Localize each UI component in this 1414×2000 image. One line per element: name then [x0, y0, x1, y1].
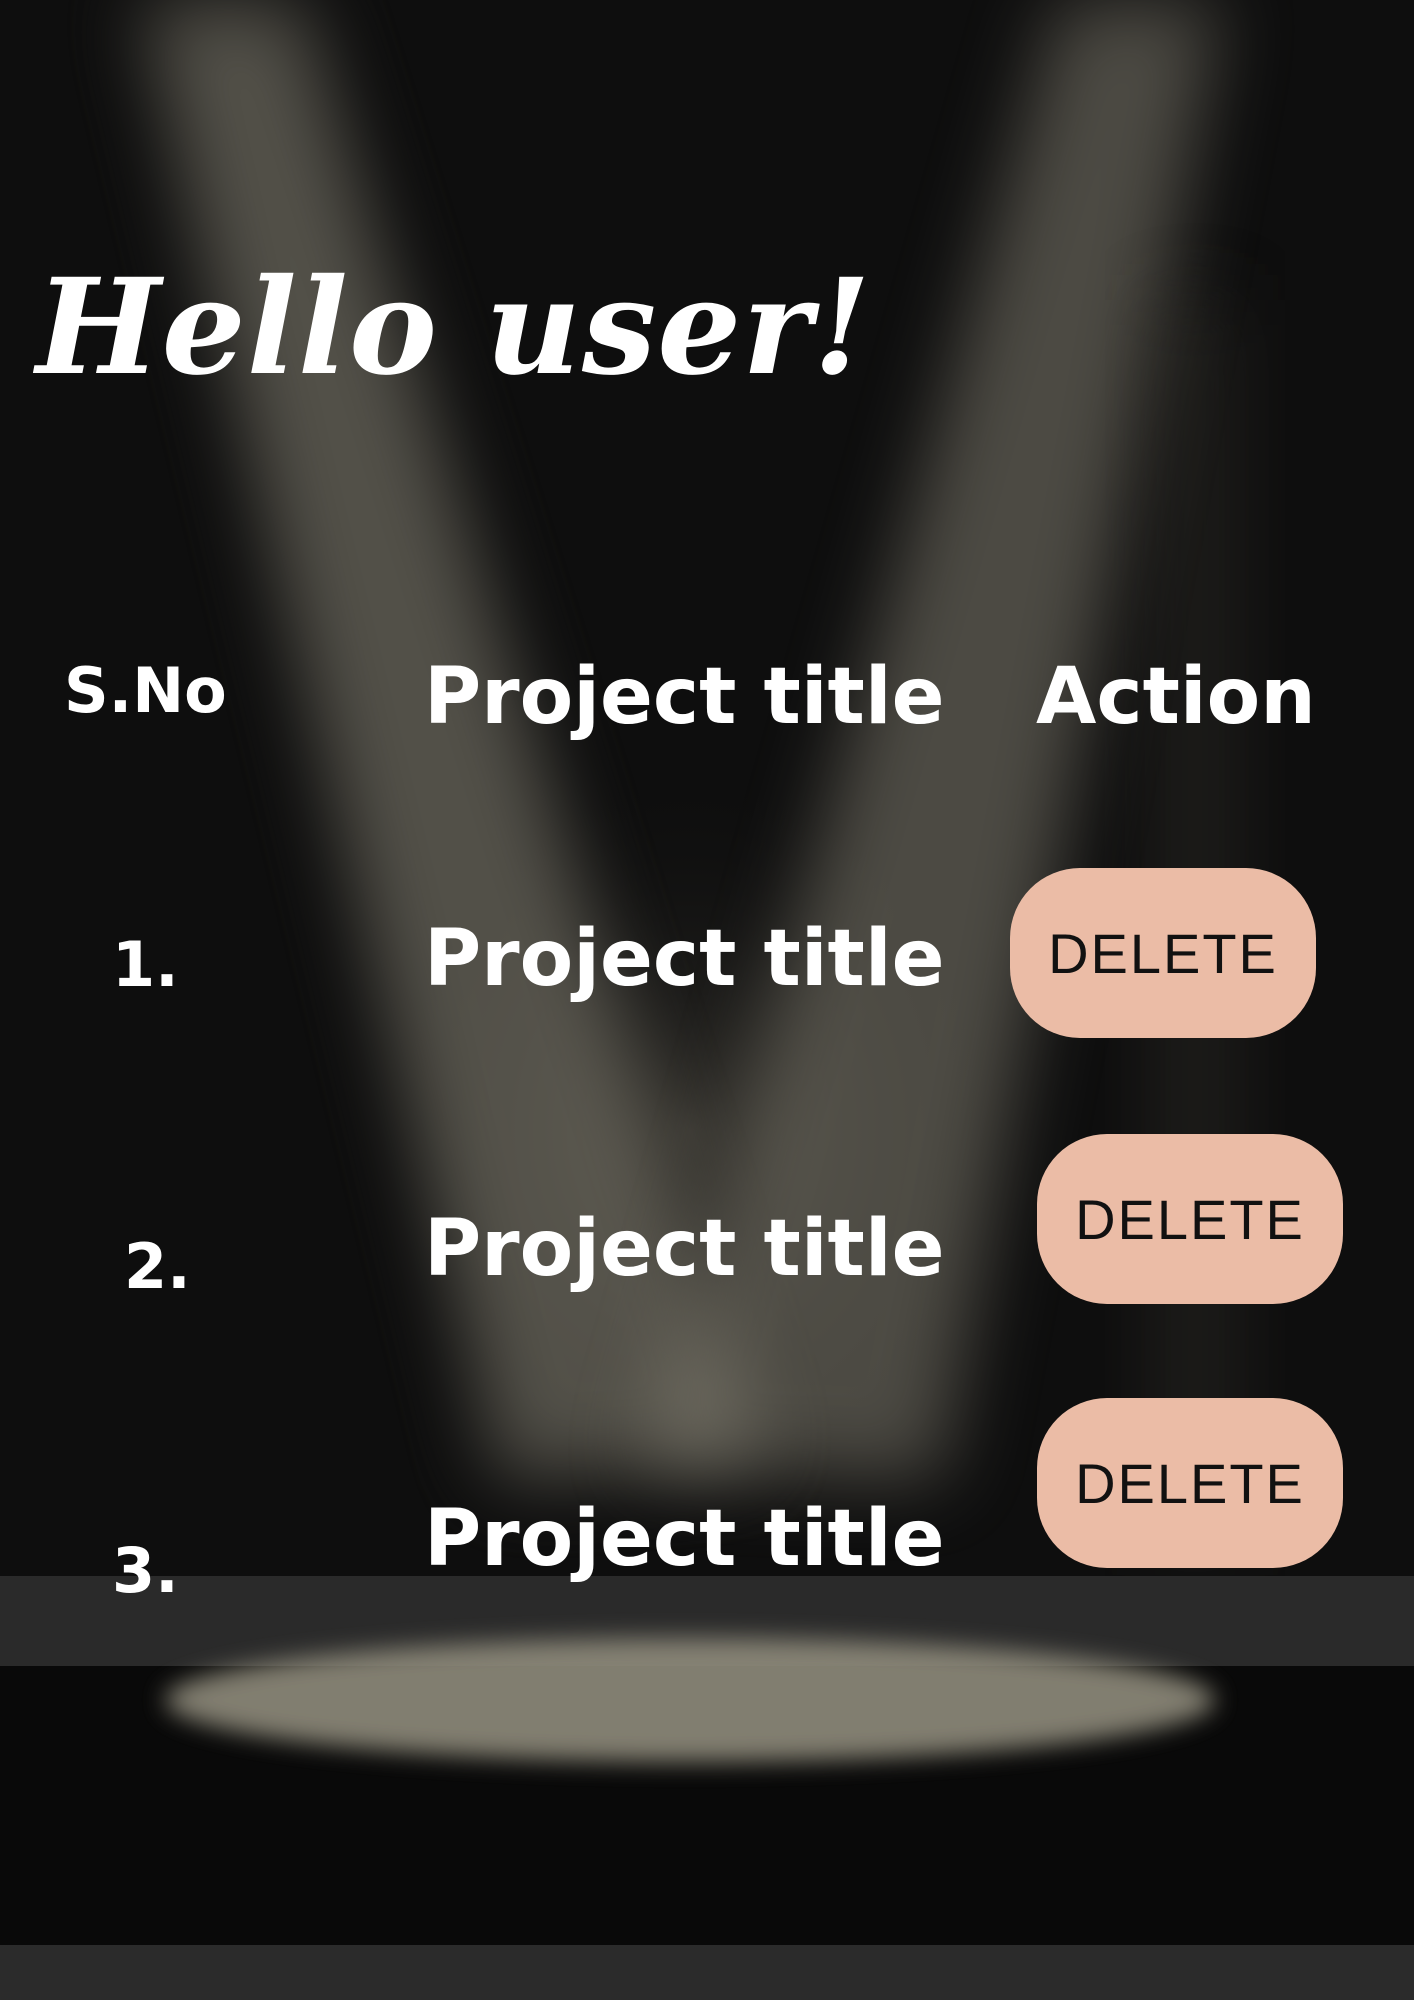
stage-floor: [0, 1666, 1414, 1946]
delete-button[interactable]: DELETE: [1037, 1398, 1343, 1568]
delete-button[interactable]: DELETE: [1037, 1134, 1343, 1304]
column-header-project-title: Project title: [424, 652, 945, 742]
row-number: 2.: [124, 1230, 191, 1303]
delete-button[interactable]: DELETE: [1010, 868, 1316, 1038]
row-number: 1.: [112, 928, 179, 1001]
page: Hello user! S.No Project title Action 1.…: [0, 0, 1414, 2000]
column-header-action: Action: [1036, 652, 1316, 742]
stage-bottom-strip: [0, 1945, 1414, 2000]
stage-edge: [0, 1576, 1414, 1666]
row-number: 3.: [112, 1534, 179, 1607]
row-project-title: Project title: [424, 1494, 945, 1584]
row-project-title: Project title: [424, 914, 945, 1004]
greeting-heading: Hello user!: [36, 250, 872, 405]
column-header-sno: S.No: [64, 654, 227, 727]
row-project-title: Project title: [424, 1204, 945, 1294]
